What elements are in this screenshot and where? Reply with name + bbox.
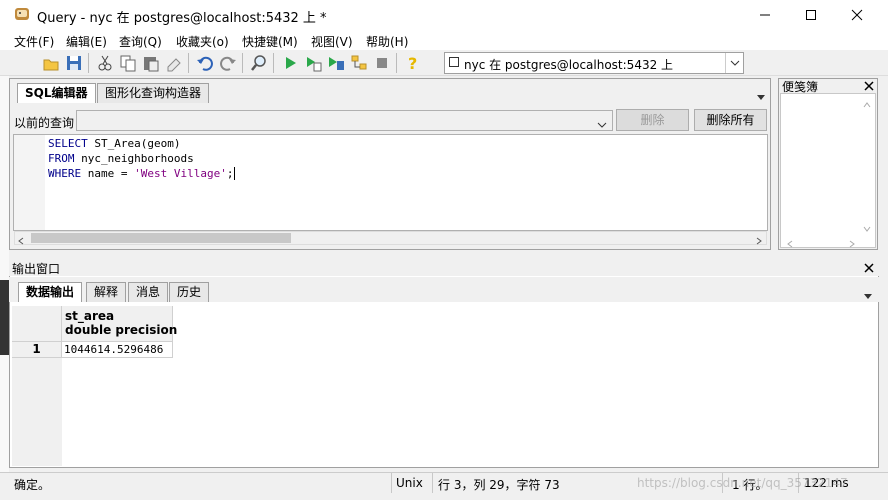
watermark: https://blog.csdn.net/qq_35732147 (637, 476, 848, 490)
menu-macros[interactable]: 快捷键(M) (242, 33, 298, 50)
previous-queries-label: 以前的查询 (14, 116, 75, 130)
menu-favorites[interactable]: 收藏夹(o) (176, 33, 229, 50)
menu-view[interactable]: 视图(V) (311, 33, 353, 50)
scroll-right-icon[interactable] (755, 234, 763, 248)
scroll-left-icon[interactable] (786, 237, 794, 251)
status-cursor-position: 行 3，列 29，字符 73 (438, 478, 560, 492)
tab-sql-editor[interactable]: SQL编辑器 (17, 83, 96, 103)
open-file-icon[interactable] (42, 54, 60, 72)
panel-menu-icon[interactable] (756, 90, 766, 104)
explain-query-icon[interactable] (327, 54, 345, 72)
menu-query[interactable]: 查询(Q) (119, 33, 162, 50)
code-keyword: WHERE (48, 167, 82, 180)
scratch-pad-textarea[interactable] (780, 93, 876, 248)
row-number[interactable]: 1 (12, 342, 62, 358)
column-header[interactable]: st_area double precision (62, 306, 177, 342)
toolbar-separator (242, 53, 243, 73)
status-separator (432, 473, 433, 493)
scrollbar-thumb[interactable] (31, 233, 291, 243)
scroll-up-icon[interactable] (863, 98, 871, 112)
scroll-down-icon[interactable] (863, 222, 871, 236)
code-text: nyc_neighborhoods (74, 152, 194, 165)
desktop-background-dark (0, 280, 9, 355)
output-header (9, 258, 879, 276)
code-keyword: FROM (48, 152, 75, 165)
editor-horizontal-scrollbar[interactable] (14, 231, 767, 245)
tab-history[interactable]: 历史 (169, 282, 210, 302)
table-cell[interactable]: 1044614.5296486 (62, 342, 173, 358)
menu-edit[interactable]: 编辑(E) (66, 33, 107, 50)
close-button[interactable] (834, 0, 880, 30)
execute-icon[interactable] (281, 54, 299, 72)
tab-data-output[interactable]: 数据输出 (18, 282, 83, 302)
text-cursor (234, 167, 236, 180)
connection-select[interactable]: nyc 在 postgres@localhost:5432 上 (444, 52, 744, 74)
undo-icon[interactable] (196, 54, 214, 72)
menu-help[interactable]: 帮助(H) (366, 33, 408, 50)
chevron-down-icon[interactable] (725, 53, 743, 73)
copy-icon[interactable] (119, 54, 137, 72)
clear-icon[interactable] (165, 54, 183, 72)
app-elephant-icon (14, 7, 31, 22)
scroll-left-icon[interactable] (17, 234, 25, 248)
code-line-2: FROM nyc_neighborhoods (48, 152, 194, 165)
column-name: st_area (65, 309, 115, 323)
toolbar-separator (188, 53, 189, 73)
toolbar-separator (396, 53, 397, 73)
delete-button[interactable]: 删除 (616, 109, 689, 131)
editor-gutter (14, 135, 45, 230)
find-icon[interactable] (250, 54, 268, 72)
cut-icon[interactable] (96, 54, 114, 72)
tab-explain[interactable]: 解释 (86, 282, 127, 302)
maximize-button[interactable] (788, 0, 834, 30)
toolbar-separator (273, 53, 274, 73)
status-separator (391, 473, 392, 493)
delete-all-button[interactable]: 删除所有 (694, 109, 767, 131)
menu-file[interactable]: 文件(F) (14, 33, 54, 50)
status-message: 确定。 (14, 478, 51, 492)
code-line-3: WHERE name = 'West Village'; (48, 167, 236, 180)
code-string: 'West Village' (134, 167, 227, 180)
tab-graphical-query-builder[interactable]: 图形化查询构造器 (97, 83, 210, 103)
code-text: name = (81, 167, 135, 180)
scroll-right-icon[interactable] (848, 237, 856, 251)
minimize-button[interactable] (742, 0, 788, 30)
code-text: ; (226, 167, 234, 180)
column-type: double precision (65, 323, 178, 337)
code-text: ST_Area(geom) (87, 137, 181, 150)
chevron-down-icon (597, 117, 607, 131)
code-line-1: SELECT ST_Area(geom) (48, 137, 180, 150)
explain-analyze-icon[interactable] (350, 54, 368, 72)
stop-icon[interactable] (373, 54, 391, 72)
code-keyword: SELECT (48, 137, 88, 150)
svg-text:?: ? (408, 54, 417, 72)
help-icon[interactable]: ? (404, 54, 422, 73)
window-title: Query - nyc 在 postgres@localhost:5432 上 … (37, 11, 327, 26)
execute-to-file-icon[interactable] (304, 54, 322, 72)
close-icon[interactable] (864, 262, 874, 276)
panel-menu-icon[interactable] (863, 289, 873, 303)
paste-icon[interactable] (142, 54, 160, 72)
toolbar-separator (88, 53, 89, 73)
redo-icon[interactable] (219, 54, 237, 72)
connection-checkbox-icon (449, 57, 459, 67)
previous-queries-select[interactable] (76, 110, 613, 131)
status-line-ending: Unix (396, 476, 423, 490)
desktop-background (0, 76, 9, 472)
row-header-column (12, 358, 62, 466)
tab-messages[interactable]: 消息 (128, 282, 169, 302)
save-icon[interactable] (65, 54, 83, 72)
grid-corner (12, 306, 62, 342)
connection-label: nyc 在 postgres@localhost:5432 上 (464, 58, 674, 72)
output-title: 输出窗口 (12, 262, 61, 276)
close-icon[interactable] (864, 80, 874, 94)
